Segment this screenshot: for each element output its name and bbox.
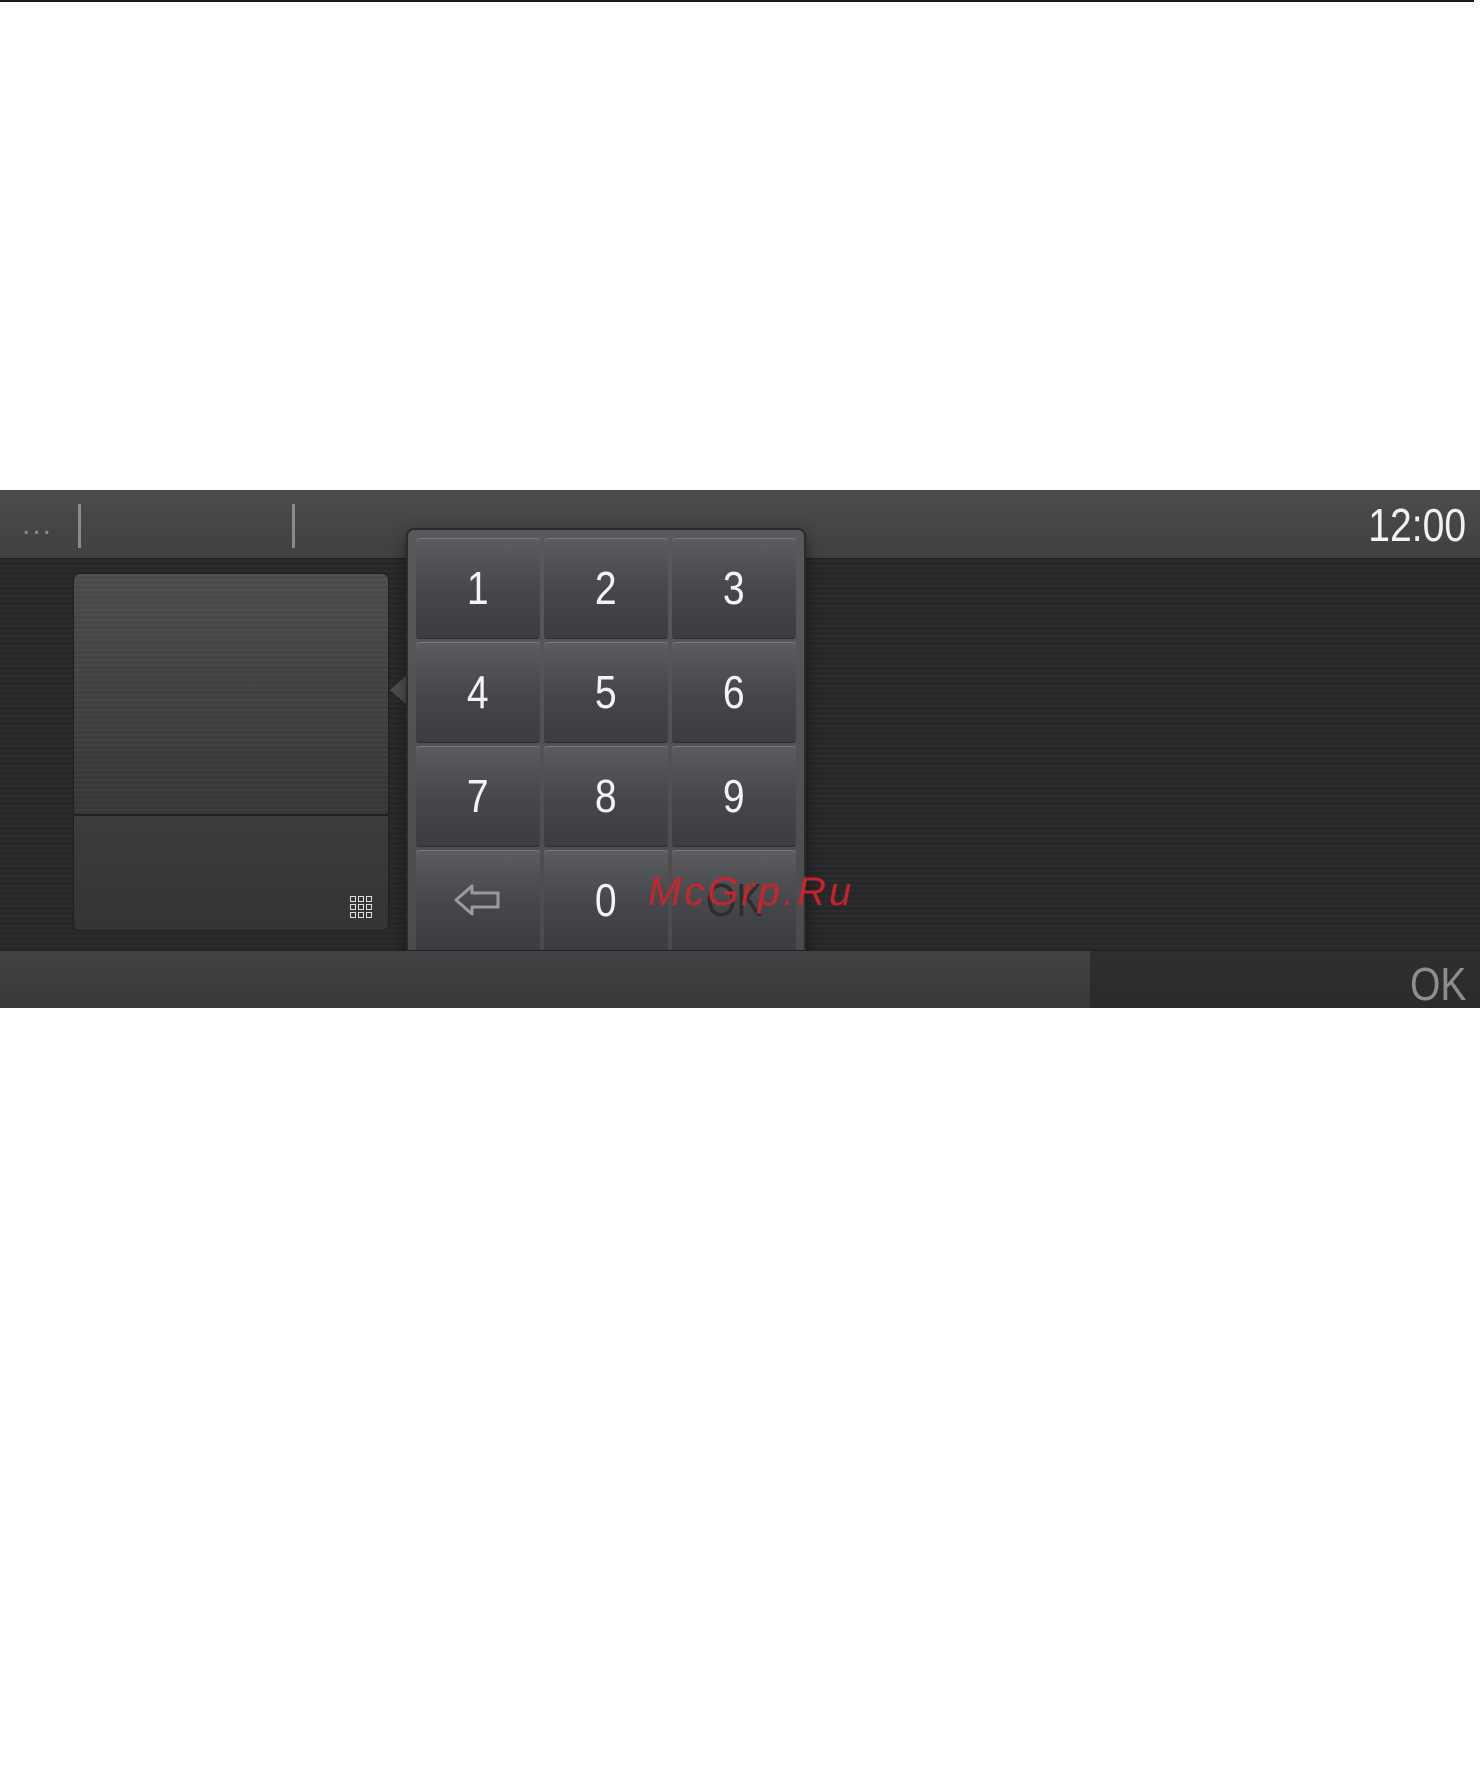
ok-button[interactable]: OK	[1090, 951, 1480, 1008]
status-divider-left	[78, 504, 81, 548]
top-rule	[0, 0, 1474, 2]
key-4-label: 4	[467, 666, 489, 718]
key-1[interactable]: 1	[416, 538, 540, 638]
watermark: McGrp.Ru	[648, 870, 855, 914]
clock: 12:00	[1368, 499, 1466, 551]
key-7[interactable]: 7	[416, 746, 540, 846]
ok-button-label: OK	[1409, 958, 1466, 1008]
key-8[interactable]: 8	[544, 746, 668, 846]
key-3-label: 3	[723, 562, 745, 614]
key-7-label: 7	[467, 770, 489, 822]
key-9[interactable]: 9	[672, 746, 796, 846]
status-divider-right	[292, 504, 295, 548]
key-3[interactable]: 3	[672, 538, 796, 638]
keypad-pointer	[390, 676, 406, 704]
menu-ellipsis[interactable]: ...	[22, 508, 53, 542]
input-field-panel[interactable]	[74, 574, 388, 930]
key-5[interactable]: 5	[544, 642, 668, 742]
head-unit-screen: ... 12:00 1 2 3 4 5 6 7 8 9 0 OK OK	[0, 490, 1480, 1008]
key-2-label: 2	[595, 562, 617, 614]
key-0-label: 0	[595, 874, 617, 926]
key-6[interactable]: 6	[672, 642, 796, 742]
key-8-label: 8	[595, 770, 617, 822]
key-9-label: 9	[723, 770, 745, 822]
key-4[interactable]: 4	[416, 642, 540, 742]
key-1-label: 1	[467, 562, 489, 614]
key-5-label: 5	[595, 666, 617, 718]
backspace-arrow-icon	[454, 884, 500, 916]
keypad-grid-icon[interactable]	[350, 896, 374, 920]
bottom-bar: OK	[0, 950, 1480, 1008]
backspace-key[interactable]	[416, 850, 540, 950]
key-6-label: 6	[723, 666, 745, 718]
key-2[interactable]: 2	[544, 538, 668, 638]
input-field-lower	[74, 814, 388, 930]
